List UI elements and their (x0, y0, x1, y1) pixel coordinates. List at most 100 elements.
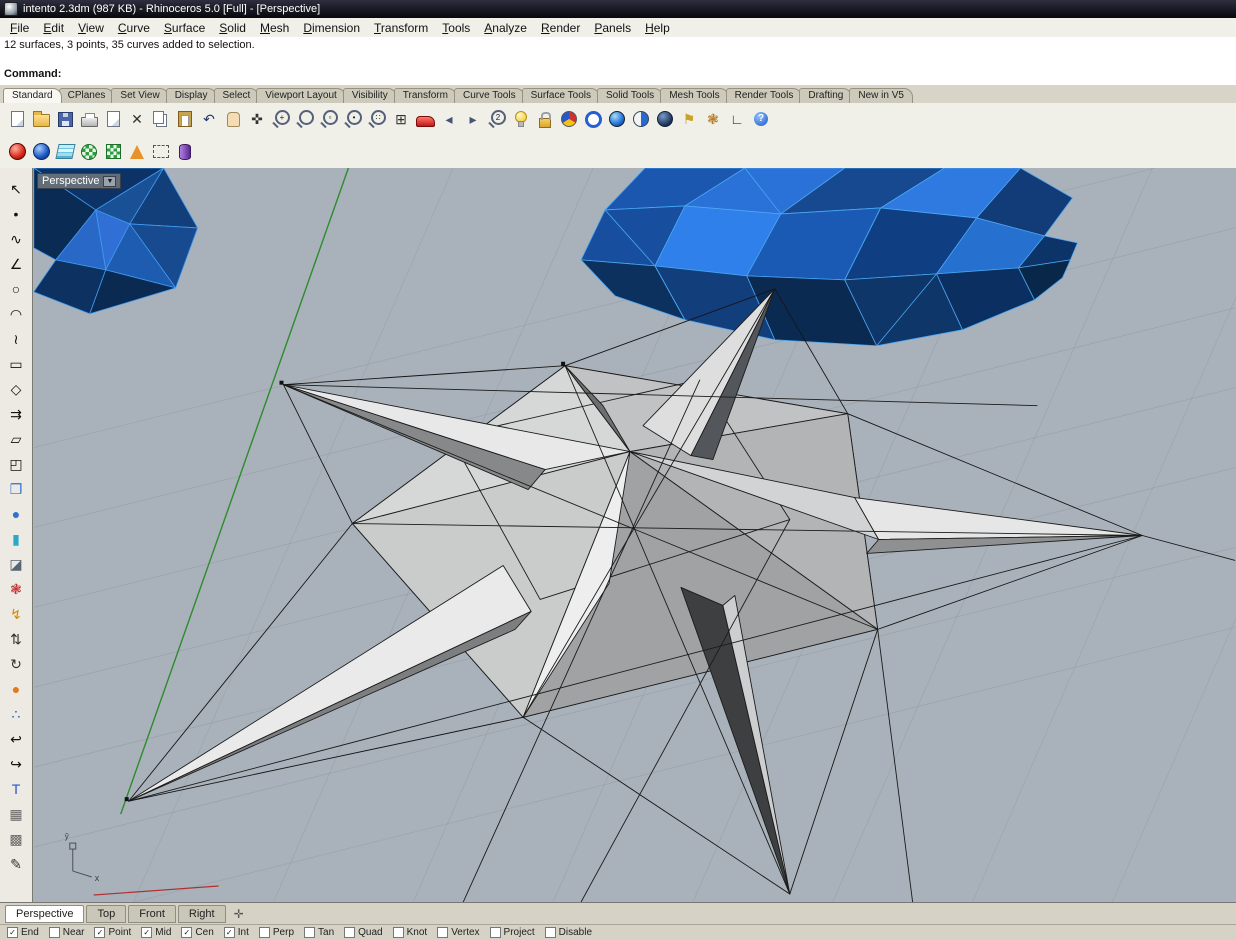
ghosted-display-icon[interactable] (629, 107, 653, 132)
circle-icon[interactable]: ○ (2, 276, 30, 301)
checkbox-icon[interactable] (48, 927, 60, 938)
block-cylinder-icon[interactable] (173, 139, 197, 164)
checkbox-icon[interactable] (304, 927, 316, 938)
osnap-toggle[interactable]: Int (223, 927, 249, 938)
bounding-box-icon[interactable] (149, 139, 173, 164)
toolbar-tab[interactable]: New in V5 (849, 88, 913, 103)
new-file-icon[interactable] (5, 107, 29, 132)
checkbox-icon[interactable] (181, 927, 193, 938)
lights-icon[interactable] (509, 107, 533, 132)
checkbox-icon[interactable] (141, 927, 153, 938)
paste-icon[interactable] (173, 107, 197, 132)
osnap-toggle[interactable]: Knot (392, 927, 427, 938)
undo-icon[interactable]: ↶ (197, 107, 221, 132)
osnap-toggle[interactable]: Project (489, 927, 535, 938)
polygon-icon[interactable]: ◇ (2, 376, 30, 401)
toolbar-tab[interactable]: Standard (3, 88, 62, 103)
shaded-display-icon[interactable] (605, 107, 629, 132)
menu-item[interactable]: Transform (367, 19, 435, 37)
toolbar-tab[interactable]: Drafting (799, 88, 853, 103)
menu-item[interactable]: View (71, 19, 111, 37)
point-icon[interactable]: • (2, 201, 30, 226)
osnap-toggle[interactable]: Disable (544, 927, 592, 938)
lock-icon[interactable] (533, 107, 557, 132)
rotate-icon[interactable]: ↻ (2, 651, 30, 676)
pan-hand-icon[interactable] (221, 107, 245, 132)
zoom-extents-icon[interactable]: ∷ (365, 107, 389, 132)
toolbar-tab[interactable]: Surface Tools (521, 88, 600, 103)
hook-right-icon[interactable]: ↪ (2, 751, 30, 776)
osnap-toggle[interactable]: Vertex (437, 927, 480, 938)
checkbox-icon[interactable] (344, 927, 356, 938)
offset-icon[interactable]: ⇉ (2, 401, 30, 426)
osnap-toggle[interactable]: Point (94, 927, 131, 938)
layer-colors-icon[interactable] (557, 107, 581, 132)
toolbar-tab[interactable]: Viewport Layout (256, 88, 346, 103)
rendered-display-icon[interactable] (653, 107, 677, 132)
material-ball-icon[interactable]: ● (2, 676, 30, 701)
prev-view-icon[interactable]: ◂ (437, 107, 461, 132)
checkered-sphere-icon[interactable] (77, 139, 101, 164)
viewport-tab[interactable]: Perspective (5, 905, 85, 923)
new-viewport-icon[interactable]: ✛ (228, 907, 250, 921)
checkbox-icon[interactable] (489, 927, 501, 938)
select-arrow-icon[interactable]: ↖ (2, 176, 30, 201)
arc-icon[interactable]: ◠ (2, 301, 30, 326)
menu-item[interactable]: Tools (435, 19, 477, 37)
gears-icon[interactable]: ❃ (701, 107, 725, 132)
checkbox-icon[interactable] (94, 927, 106, 938)
menu-item[interactable]: Help (638, 19, 677, 37)
print-icon[interactable] (77, 107, 101, 132)
zoom-dynamic-icon[interactable] (293, 107, 317, 132)
checkbox-icon[interactable] (392, 927, 404, 938)
cut-icon[interactable]: ✕ (125, 107, 149, 132)
toolbar-tab[interactable]: Visibility (342, 88, 397, 103)
menu-item[interactable]: Edit (36, 19, 71, 37)
render-sphere-blue-icon[interactable] (29, 139, 53, 164)
menu-item[interactable]: Render (534, 19, 587, 37)
toolbar-tab[interactable]: Select (213, 88, 260, 103)
osnap-toggle[interactable]: Tan (304, 927, 334, 938)
blocks-icon[interactable]: ▦ (2, 801, 30, 826)
viewport-tab[interactable]: Front (128, 905, 176, 923)
osnap-toggle[interactable]: Cen (181, 927, 214, 938)
menu-item[interactable]: Dimension (296, 19, 367, 37)
menu-item[interactable]: Mesh (253, 19, 296, 37)
toolbar-tab[interactable]: Display (165, 88, 217, 103)
menu-item[interactable]: Panels (587, 19, 638, 37)
viewport[interactable]: Perspective ▼ x ŷ (33, 168, 1236, 902)
viewport-dropdown-icon[interactable]: ▼ (103, 175, 117, 187)
freeform-curve-icon[interactable]: ≀ (2, 326, 30, 351)
rhino-logo-icon[interactable] (4, 2, 18, 16)
checkbox-icon[interactable] (437, 927, 449, 938)
viewport-title[interactable]: Perspective ▼ (37, 173, 122, 189)
checkbox-icon[interactable] (544, 927, 556, 938)
cylinder-icon[interactable]: ▮ (2, 526, 30, 551)
next-view-icon[interactable]: ▸ (461, 107, 485, 132)
osnap-toggle[interactable]: Mid (141, 927, 171, 938)
polyline-icon[interactable]: ∠ (2, 251, 30, 276)
gears-red-icon[interactable]: ❃ (2, 576, 30, 601)
surface-corner-icon[interactable]: ◰ (2, 451, 30, 476)
surface-icon[interactable]: ▱ (2, 426, 30, 451)
viewport-layout-icon[interactable]: ⊞ (389, 107, 413, 132)
menu-item[interactable]: Surface (157, 19, 212, 37)
box-icon[interactable]: ❒ (2, 476, 30, 501)
checkbox-icon[interactable] (258, 927, 270, 938)
checkered-box-icon[interactable] (101, 139, 125, 164)
layers-panel-icon[interactable] (53, 139, 77, 164)
osnap-toggle[interactable]: Quad (344, 927, 383, 938)
drag-icon[interactable]: ⇅ (2, 626, 30, 651)
toolbar-tab[interactable]: Render Tools (725, 88, 803, 103)
lightning-icon[interactable]: ↯ (2, 601, 30, 626)
viewport-tab[interactable]: Top (86, 905, 127, 923)
checkbox-icon[interactable] (223, 927, 235, 938)
annotate-icon[interactable]: ✎ (2, 851, 30, 876)
menu-item[interactable]: Solid (212, 19, 253, 37)
toolbar-tab[interactable]: CPlanes (58, 88, 115, 103)
points-set-icon[interactable]: ∴ (2, 701, 30, 726)
sphere-icon[interactable]: ● (2, 501, 30, 526)
menu-item[interactable]: File (3, 19, 36, 37)
flag-icon[interactable]: ⚑ (677, 107, 701, 132)
cone-icon[interactable] (125, 139, 149, 164)
